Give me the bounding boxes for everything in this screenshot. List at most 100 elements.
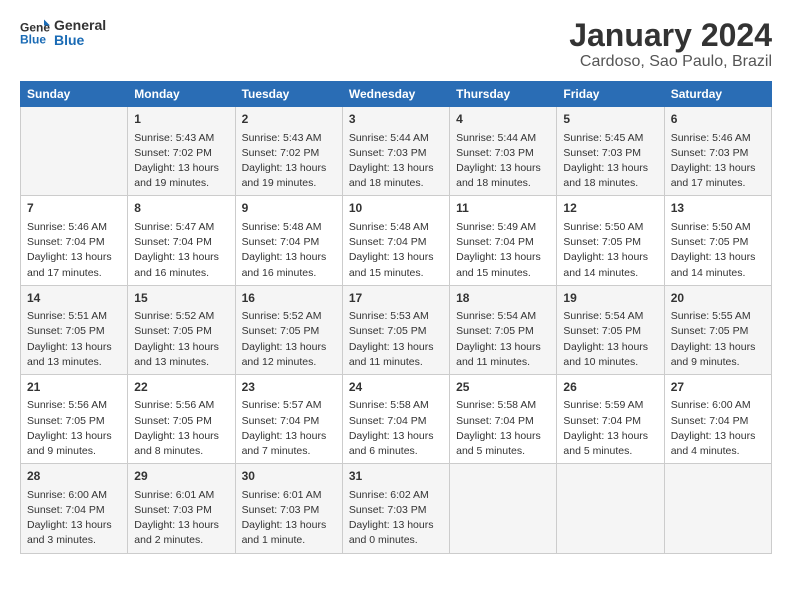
day-number: 7: [27, 200, 121, 217]
day-number: 26: [563, 379, 657, 396]
sunrise-text: Sunrise: 5:43 AM: [134, 131, 228, 146]
sunrise-text: Sunrise: 5:50 AM: [563, 220, 657, 235]
daylight-text-2: and 18 minutes.: [456, 176, 550, 191]
logo-icon: General Blue: [20, 18, 50, 48]
sunset-text: Sunset: 7:05 PM: [671, 235, 765, 250]
logo-line2: Blue: [54, 33, 106, 48]
calendar-cell: 23Sunrise: 5:57 AMSunset: 7:04 PMDayligh…: [235, 374, 342, 463]
daylight-text-1: Daylight: 13 hours: [134, 429, 228, 444]
calendar-cell: 15Sunrise: 5:52 AMSunset: 7:05 PMDayligh…: [128, 285, 235, 374]
daylight-text-1: Daylight: 13 hours: [563, 340, 657, 355]
daylight-text-1: Daylight: 13 hours: [242, 250, 336, 265]
daylight-text-1: Daylight: 13 hours: [349, 340, 443, 355]
calendar-cell: 11Sunrise: 5:49 AMSunset: 7:04 PMDayligh…: [450, 196, 557, 285]
day-number: 5: [563, 111, 657, 128]
calendar-cell: 4Sunrise: 5:44 AMSunset: 7:03 PMDaylight…: [450, 107, 557, 196]
sunset-text: Sunset: 7:05 PM: [349, 324, 443, 339]
daylight-text-2: and 16 minutes.: [134, 266, 228, 281]
day-number: 24: [349, 379, 443, 396]
sunrise-text: Sunrise: 5:51 AM: [27, 309, 121, 324]
daylight-text-2: and 19 minutes.: [242, 176, 336, 191]
calendar-cell: 9Sunrise: 5:48 AMSunset: 7:04 PMDaylight…: [235, 196, 342, 285]
daylight-text-2: and 12 minutes.: [242, 355, 336, 370]
sunset-text: Sunset: 7:04 PM: [27, 503, 121, 518]
col-header-friday: Friday: [557, 82, 664, 107]
week-row-5: 28Sunrise: 6:00 AMSunset: 7:04 PMDayligh…: [21, 464, 772, 553]
daylight-text-1: Daylight: 13 hours: [27, 518, 121, 533]
calendar-cell: 18Sunrise: 5:54 AMSunset: 7:05 PMDayligh…: [450, 285, 557, 374]
page: General Blue General Blue January 2024 C…: [0, 0, 792, 612]
calendar-cell: 6Sunrise: 5:46 AMSunset: 7:03 PMDaylight…: [664, 107, 771, 196]
calendar-cell: 29 Sunrise: 6:01 AMSunset: 7:03 PMDayligh…: [128, 464, 235, 553]
day-number: 21: [27, 379, 121, 396]
header: General Blue General Blue January 2024 C…: [20, 18, 772, 71]
day-number: 29: [134, 468, 228, 485]
sunset-text: Sunset: 7:05 PM: [27, 324, 121, 339]
sunset-text: Sunset: 7:04 PM: [242, 414, 336, 429]
day-number: 11: [456, 200, 550, 217]
daylight-text-1: Daylight: 13 hours: [242, 429, 336, 444]
sunset-text: Sunset: 7:02 PM: [134, 146, 228, 161]
daylight-text-2: and 7 minutes.: [242, 444, 336, 459]
sunset-text: Sunset: 7:03 PM: [349, 146, 443, 161]
daylight-text-2: and 1 minute.: [242, 533, 336, 548]
calendar-cell: 19Sunrise: 5:54 AMSunset: 7:05 PMDayligh…: [557, 285, 664, 374]
sunset-text: Sunset: 7:03 PM: [671, 146, 765, 161]
sunset-text: Sunset: 7:02 PM: [242, 146, 336, 161]
sunset-text: Sunset: 7:05 PM: [671, 324, 765, 339]
sunset-text: Sunset: 7:04 PM: [134, 235, 228, 250]
daylight-text-2: and 15 minutes.: [349, 266, 443, 281]
daylight-text-2: and 6 minutes.: [349, 444, 443, 459]
sunrise-text: Sunrise: 5:56 AM: [27, 398, 121, 413]
calendar-cell: 8Sunrise: 5:47 AMSunset: 7:04 PMDaylight…: [128, 196, 235, 285]
calendar-cell: 12Sunrise: 5:50 AMSunset: 7:05 PMDayligh…: [557, 196, 664, 285]
day-number: 9: [242, 200, 336, 217]
daylight-text-2: and 14 minutes.: [563, 266, 657, 281]
daylight-text-2: and 15 minutes.: [456, 266, 550, 281]
sunset-text: Sunset: 7:04 PM: [349, 235, 443, 250]
day-number: 14: [27, 290, 121, 307]
sunset-text: Sunset: 7:05 PM: [27, 414, 121, 429]
daylight-text-1: Daylight: 13 hours: [671, 161, 765, 176]
week-row-2: 7Sunrise: 5:46 AMSunset: 7:04 PMDaylight…: [21, 196, 772, 285]
day-number: 27: [671, 379, 765, 396]
daylight-text-2: and 11 minutes.: [349, 355, 443, 370]
sunrise-text: Sunrise: 5:55 AM: [671, 309, 765, 324]
header-row: SundayMondayTuesdayWednesdayThursdayFrid…: [21, 82, 772, 107]
sunrise-text: Sunrise: 5:58 AM: [456, 398, 550, 413]
daylight-text-1: Daylight: 13 hours: [563, 250, 657, 265]
day-number: 1: [134, 111, 228, 128]
week-row-4: 21 Sunrise: 5:56 AMSunset: 7:05 PM Dayligh…: [21, 374, 772, 463]
sunset-text: Sunset: 7:03 PM: [349, 503, 443, 518]
daylight-text-2: and 14 minutes.: [671, 266, 765, 281]
daylight-text-2: and 13 minutes.: [27, 355, 121, 370]
day-number: 2: [242, 111, 336, 128]
daylight-text-2: and 5 minutes.: [456, 444, 550, 459]
sunrise-text: Sunrise: 6:01 AM: [134, 488, 228, 503]
calendar-cell: [557, 464, 664, 553]
sunrise-text: Sunrise: 5:47 AM: [134, 220, 228, 235]
col-header-tuesday: Tuesday: [235, 82, 342, 107]
day-number: 17: [349, 290, 443, 307]
daylight-text-1: Daylight: 13 hours: [349, 518, 443, 533]
sunset-text: Sunset: 7:05 PM: [456, 324, 550, 339]
sunrise-text: Sunrise: 5:45 AM: [563, 131, 657, 146]
sunset-text: Sunset: 7:03 PM: [242, 503, 336, 518]
daylight-text-1: Daylight: 13 hours: [671, 340, 765, 355]
sunrise-text: Sunrise: 6:02 AM: [349, 488, 443, 503]
day-number: 10: [349, 200, 443, 217]
day-number: 13: [671, 200, 765, 217]
sunset-text: Sunset: 7:03 PM: [134, 503, 228, 518]
daylight-text-2: and 10 minutes.: [563, 355, 657, 370]
calendar-cell: 13Sunrise: 5:50 AMSunset: 7:05 PMDayligh…: [664, 196, 771, 285]
calendar-title: January 2024: [569, 18, 772, 53]
sunset-text: Sunset: 7:04 PM: [27, 235, 121, 250]
calendar-cell: 28Sunrise: 6:00 AMSunset: 7:04 PMDayligh…: [21, 464, 128, 553]
col-header-sunday: Sunday: [21, 82, 128, 107]
calendar-cell: 2Sunrise: 5:43 AMSunset: 7:02 PMDaylight…: [235, 107, 342, 196]
daylight-text-1: Daylight: 13 hours: [242, 340, 336, 355]
daylight-text-1: Daylight: 13 hours: [134, 518, 228, 533]
logo-line1: General: [54, 18, 106, 33]
calendar-table: SundayMondayTuesdayWednesdayThursdayFrid…: [20, 81, 772, 553]
day-number: 22: [134, 379, 228, 396]
